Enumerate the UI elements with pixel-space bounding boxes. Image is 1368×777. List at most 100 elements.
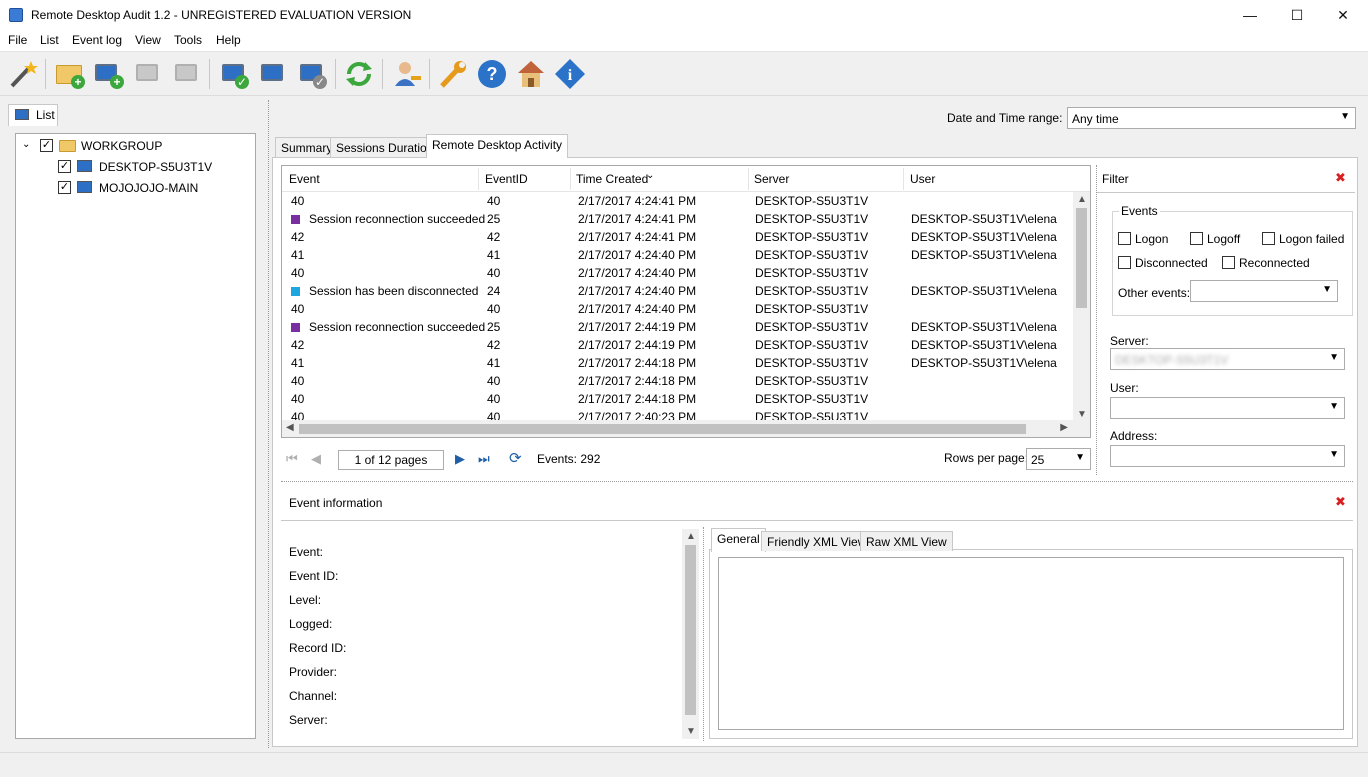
cell-time: 2/17/2017 4:24:41 PM <box>578 230 696 244</box>
table-row[interactable]: 40 40 2/17/2017 4:24:40 PM DESKTOP-S5U3T1V <box>282 300 1074 318</box>
wizard-icon[interactable] <box>7 58 39 90</box>
horizontal-splitter[interactable] <box>281 481 1353 482</box>
reconnected-checkbox[interactable]: Reconnected <box>1222 256 1310 270</box>
event-details-textbox[interactable] <box>718 557 1344 730</box>
grid-horizontal-scrollbar[interactable]: ◀ ▶ <box>282 420 1090 437</box>
disconnected-checkbox[interactable]: Disconnected <box>1118 256 1208 270</box>
tab-friendly-xml[interactable]: Friendly XML View <box>761 531 873 551</box>
cell-text: 2/17/2017 4:24:40 PM <box>578 266 697 280</box>
collapse-chevron-icon[interactable]: ⌄ <box>22 139 30 150</box>
chevron-down-icon: ▼ <box>1329 449 1339 460</box>
panel-splitter[interactable] <box>268 100 269 748</box>
home-icon[interactable] <box>515 58 547 90</box>
column-user[interactable]: User <box>910 172 935 186</box>
close-event-info-icon[interactable]: ✖ <box>1335 494 1346 510</box>
scroll-down-icon[interactable]: ▼ <box>686 726 696 737</box>
scroll-left-icon[interactable]: ◀ <box>286 422 294 433</box>
workgroup-checkbox[interactable] <box>40 139 53 152</box>
menu-file[interactable]: File <box>8 33 27 47</box>
help-icon[interactable]: ? <box>476 58 508 90</box>
maximize-button[interactable]: ☐ <box>1274 0 1320 30</box>
close-filter-icon[interactable]: ✖ <box>1335 170 1346 186</box>
scroll-right-icon[interactable]: ▶ <box>1060 422 1068 433</box>
table-row[interactable]: 40 40 2/17/2017 4:24:41 PM DESKTOP-S5U3T1V <box>282 192 1074 210</box>
table-row[interactable]: 42 42 2/17/2017 4:24:41 PM DESKTOP-S5U3T1V D… <box>282 228 1074 246</box>
table-row[interactable]: Session has been disconnected 24 2/17/2017… <box>282 282 1074 300</box>
table-row[interactable]: 40 40 2/17/2017 2:44:18 PM DESKTOP-S5U3T1V <box>282 372 1074 390</box>
address-select[interactable]: ▼ <box>1110 445 1345 467</box>
menu-list[interactable]: List <box>40 33 59 47</box>
cell-text: 24 <box>487 284 501 298</box>
settings-wrench-icon[interactable] <box>437 58 469 90</box>
audit-computer-3-icon[interactable]: ✓ <box>296 58 328 90</box>
first-page-icon[interactable]: ⏮ <box>286 451 298 467</box>
tree-node-workgroup[interactable]: ⌄ WORKGROUP <box>22 137 242 155</box>
tab-raw-xml[interactable]: Raw XML View <box>860 531 953 551</box>
menu-help[interactable]: Help <box>216 33 241 47</box>
logon-checkbox[interactable]: Logon <box>1118 232 1168 246</box>
table-row[interactable]: Session reconnection succeeded 25 2/17/201… <box>282 210 1074 228</box>
table-row[interactable]: 40 40 2/17/2017 2:44:18 PM DESKTOP-S5U3T1V <box>282 390 1074 408</box>
cell-server: DESKTOP-S5U3T1V <box>755 392 868 406</box>
tree-node-mojojojo[interactable]: MOJOJOJO-MAIN <box>58 179 238 197</box>
info-icon[interactable]: i <box>554 58 586 90</box>
tab-sessions-duration[interactable]: Sessions Duration <box>330 137 440 157</box>
refresh-icon[interactable] <box>343 58 375 90</box>
minimize-button[interactable]: — <box>1227 0 1273 30</box>
column-time-created[interactable]: Time Created <box>576 172 648 186</box>
event-info-splitter[interactable] <box>703 527 704 741</box>
audit-computer-2-icon[interactable] <box>257 58 289 90</box>
close-button[interactable]: ✕ <box>1320 0 1366 30</box>
refresh-page-icon[interactable]: ⟳ <box>509 449 522 467</box>
tab-list[interactable]: List <box>8 104 58 126</box>
tab-remote-desktop-activity[interactable]: Remote Desktop Activity <box>426 134 569 158</box>
menu-view[interactable]: View <box>135 33 161 47</box>
column-event[interactable]: Event <box>289 172 320 186</box>
scroll-up-icon[interactable]: ▲ <box>686 531 696 542</box>
logoff-label: Logoff <box>1207 232 1241 246</box>
add-computer-icon[interactable]: + <box>93 58 125 90</box>
date-range-select[interactable]: Any time ▼ <box>1067 107 1356 129</box>
scroll-thumb[interactable] <box>685 545 696 715</box>
audit-computer-icon[interactable]: ✓ <box>218 58 250 90</box>
scroll-down-icon[interactable]: ▼ <box>1077 409 1087 420</box>
previous-page-icon[interactable]: ◀ <box>311 451 321 467</box>
cell-text: DESKTOP-S5U3T1V <box>755 374 869 388</box>
user-key-icon[interactable] <box>391 58 423 90</box>
logoff-checkbox[interactable]: Logoff <box>1190 232 1240 246</box>
user-select[interactable]: ▼ <box>1110 397 1345 419</box>
mojojojo-checkbox[interactable] <box>58 181 71 194</box>
table-row[interactable]: 40 40 2/17/2017 4:24:40 PM DESKTOP-S5U3T1V <box>282 264 1074 282</box>
table-row[interactable]: 41 41 2/17/2017 4:24:40 PM DESKTOP-S5U3T1V D… <box>282 246 1074 264</box>
scroll-up-icon[interactable]: ▲ <box>1077 194 1087 205</box>
tab-general[interactable]: General <box>711 528 766 552</box>
server-select[interactable]: DESKTOP-S5U3T1V ▼ <box>1110 348 1345 370</box>
edit-computer-icon <box>132 58 164 90</box>
tab-summary[interactable]: Summary <box>275 137 339 157</box>
column-eventid[interactable]: EventID <box>485 172 528 186</box>
table-row[interactable]: Session reconnection succeeded 25 2/17/201… <box>282 318 1074 336</box>
menu-event-log[interactable]: Event log <box>72 33 122 47</box>
rows-per-page-select[interactable]: 25 ▼ <box>1026 448 1091 470</box>
logon-failed-checkbox[interactable]: Logon failed <box>1262 232 1344 246</box>
table-row[interactable]: 42 42 2/17/2017 2:44:19 PM DESKTOP-S5U3T1V D… <box>282 336 1074 354</box>
cell-id: 40 <box>487 392 500 406</box>
next-page-icon[interactable]: ▶ <box>455 451 465 467</box>
filter-splitter[interactable] <box>1096 165 1097 475</box>
add-folder-icon[interactable]: + <box>54 58 86 90</box>
column-server[interactable]: Server <box>754 172 789 186</box>
scroll-thumb[interactable] <box>1076 208 1087 308</box>
menu-tools[interactable]: Tools <box>174 33 202 47</box>
tree-node-desktop[interactable]: DESKTOP-S5U3T1V <box>58 158 238 176</box>
disconnected-label: Disconnected <box>1135 256 1208 270</box>
cell-text: 40 <box>487 392 501 406</box>
scroll-thumb[interactable] <box>299 424 1026 434</box>
table-row[interactable]: 41 41 2/17/2017 2:44:18 PM DESKTOP-S5U3T1V D… <box>282 354 1074 372</box>
cell-server: DESKTOP-S5U3T1V <box>755 212 868 226</box>
page-indicator[interactable]: 1 of 12 pages <box>338 450 444 470</box>
last-page-icon[interactable]: ⏭ <box>478 451 490 467</box>
grid-vertical-scrollbar[interactable]: ▲ ▼ <box>1073 192 1090 422</box>
event-info-scrollbar[interactable]: ▲ ▼ <box>682 529 699 739</box>
other-events-select[interactable]: ▼ <box>1190 280 1338 302</box>
desktop-checkbox[interactable] <box>58 160 71 173</box>
